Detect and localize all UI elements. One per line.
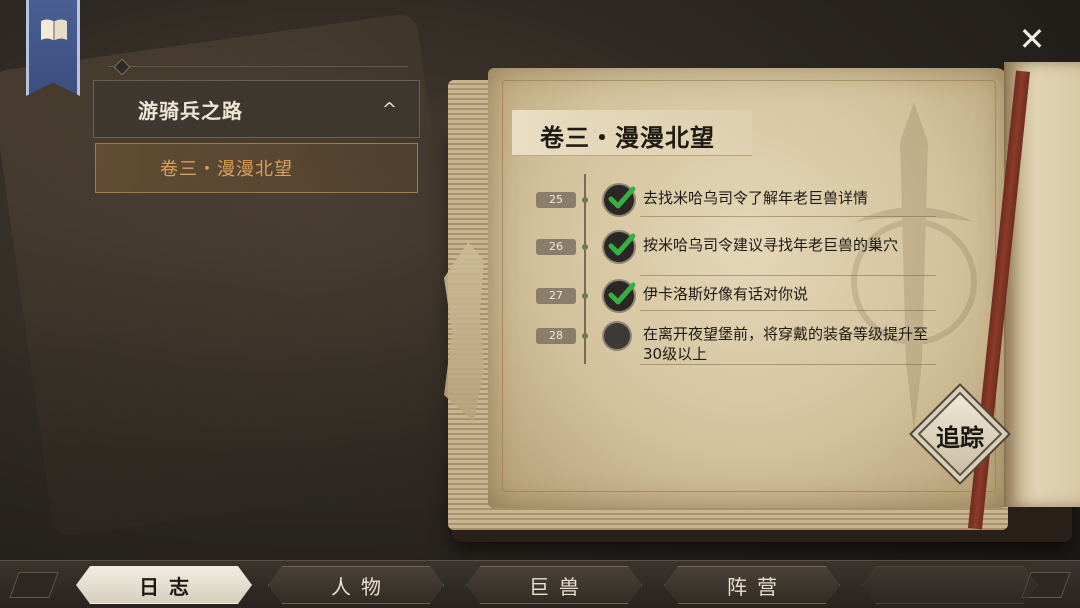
timeline-dot	[582, 197, 588, 203]
quest-text: 去找米哈乌司令了解年老巨兽详情	[643, 189, 869, 207]
quest-book: 卷三・漫漫北望 25 去找米哈乌司令了解年老巨兽详情 26 按米哈乌司令建议寻找…	[444, 62, 1080, 547]
tab-background	[862, 566, 1038, 604]
quest-row[interactable]: 27 伊卡洛斯好像有话对你说	[536, 280, 946, 324]
tab-characters[interactable]: 人物	[268, 566, 444, 604]
tab-label: 阵营	[727, 574, 787, 599]
track-button-label: 追踪	[936, 423, 984, 452]
tab-beasts[interactable]: 巨兽	[466, 566, 642, 604]
chapter-title: 卷三・漫漫北望	[540, 123, 715, 152]
quest-divider	[640, 275, 936, 276]
quest-number: 26	[536, 239, 576, 255]
tab-factions[interactable]: 阵营	[664, 566, 840, 604]
quest-number: 28	[536, 328, 576, 344]
menu-item-chapter-three[interactable]: 卷三・漫漫北望	[95, 143, 418, 193]
timeline-dot	[582, 293, 588, 299]
tab-label: 巨兽	[529, 574, 589, 599]
tab-label: 日志	[139, 574, 199, 599]
quest-divider	[640, 364, 936, 365]
tab-locked	[862, 566, 1038, 604]
checkmark-icon	[604, 232, 636, 262]
quest-text: 在离开夜望堡前，将穿戴的装备等级提升至30级以上	[643, 325, 929, 363]
book-icon	[41, 19, 67, 40]
menu-header-label: 游骑兵之路	[138, 98, 243, 123]
quest-divider	[640, 216, 936, 217]
timeline-dot	[582, 333, 588, 339]
checkmark-icon	[604, 185, 636, 215]
menu-item-label: 卷三・漫漫北望	[160, 159, 293, 180]
pending-circle-icon	[604, 323, 630, 349]
quest-row[interactable]: 28 在离开夜望堡前，将穿戴的装备等级提升至30级以上	[536, 320, 946, 365]
close-icon[interactable]: ✕	[1015, 22, 1049, 56]
menu-ornament	[108, 66, 408, 80]
tab-journal[interactable]: 日志	[76, 566, 252, 604]
quest-row[interactable]: 25 去找米哈乌司令了解年老巨兽详情	[536, 184, 946, 228]
quest-number: 25	[536, 192, 576, 208]
journal-banner	[26, 0, 80, 96]
menu-header-ranger-path[interactable]: 游骑兵之路 ^	[93, 80, 420, 138]
track-button[interactable]: 追踪	[917, 391, 1003, 477]
quest-number: 27	[536, 288, 576, 304]
quest-row[interactable]: 26 按米哈乌司令建议寻找年老巨兽的巢穴	[536, 231, 946, 276]
timeline-dot	[582, 244, 588, 250]
quest-text: 按米哈乌司令建议寻找年老巨兽的巢穴	[643, 236, 899, 254]
quest-text: 伊卡洛斯好像有话对你说	[643, 285, 809, 303]
chevron-up-icon: ^	[381, 98, 397, 120]
tab-label: 人物	[331, 574, 391, 599]
quest-divider	[640, 310, 936, 311]
checkmark-icon	[604, 281, 636, 311]
